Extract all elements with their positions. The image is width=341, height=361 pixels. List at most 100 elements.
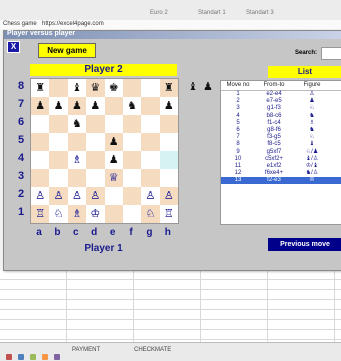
chess-piece-icon[interactable]: ♙	[54, 190, 64, 202]
chess-piece-icon[interactable]: ♟	[109, 136, 119, 148]
chess-piece-icon[interactable]: ♜	[35, 82, 45, 94]
chess-piece-icon[interactable]: ♟	[54, 100, 64, 112]
board-square[interactable]: ♖	[159, 205, 178, 223]
board-square[interactable]	[86, 133, 105, 151]
board-square[interactable]	[49, 115, 68, 133]
board-square[interactable]	[122, 205, 142, 223]
taskbar-icon[interactable]	[18, 354, 24, 360]
board-square[interactable]	[141, 133, 160, 151]
board-square[interactable]: ♝	[67, 79, 87, 97]
board-square[interactable]: ♙	[49, 187, 68, 205]
board-square[interactable]	[104, 205, 123, 223]
board-square[interactable]	[67, 133, 87, 151]
chess-piece-icon[interactable]: ♙	[90, 190, 100, 202]
chess-piece-icon[interactable]: ♙	[35, 190, 45, 202]
chess-piece-icon[interactable]: ♙	[72, 190, 82, 202]
board-square[interactable]	[122, 187, 142, 205]
board-square[interactable]	[122, 115, 142, 133]
board-square[interactable]	[159, 151, 178, 169]
chess-piece-icon[interactable]: ♛	[90, 82, 100, 94]
board-square[interactable]: ♟	[104, 133, 123, 151]
chess-piece-icon[interactable]: ♖	[35, 208, 45, 220]
board-square[interactable]: ♙	[67, 187, 87, 205]
taskbar-icon[interactable]	[6, 354, 12, 360]
board-square[interactable]: ♗	[67, 205, 87, 223]
board-square[interactable]: ♘	[141, 205, 160, 223]
chess-piece-icon[interactable]: ♟	[72, 100, 82, 112]
sheet-tab[interactable]: PAYMENT	[72, 347, 100, 353]
board-square[interactable]: ♟	[86, 97, 105, 115]
move-row[interactable]: 7 f3-g5 ♘	[221, 134, 341, 141]
board-square[interactable]	[122, 169, 142, 187]
chess-piece-icon[interactable]: ♟	[109, 154, 119, 166]
chess-piece-icon[interactable]: ♙	[164, 190, 174, 202]
board-square[interactable]: ♙	[159, 187, 178, 205]
board-square[interactable]	[104, 115, 123, 133]
board-square[interactable]: ♟	[104, 151, 123, 169]
move-row[interactable]: 10 c5xf2+ ♝/♙	[221, 156, 341, 163]
board-square[interactable]: ♕	[104, 169, 123, 187]
sheet-tab[interactable]: CHECKMATE	[134, 347, 171, 353]
board-square[interactable]: ♜	[31, 79, 50, 97]
move-row[interactable]: 8 f8-c5 ♝	[221, 141, 341, 148]
chess-piece-icon[interactable]: ♙	[146, 190, 156, 202]
taskbar-icon[interactable]	[54, 354, 60, 360]
board-square[interactable]: ♖	[31, 205, 50, 223]
list-button[interactable]: List	[268, 66, 341, 78]
move-row[interactable]: 12 f6xe4+ ♞/♙	[221, 170, 341, 177]
chess-piece-icon[interactable]: ♟	[164, 100, 174, 112]
board-square[interactable]	[86, 151, 105, 169]
move-row[interactable]: 4 b8-c6 ♞	[221, 113, 341, 120]
chess-piece-icon[interactable]: ♟	[35, 100, 45, 112]
board-square[interactable]	[122, 151, 142, 169]
chess-piece-icon[interactable]: ♗	[72, 208, 82, 220]
board-square[interactable]	[31, 133, 50, 151]
board-square[interactable]	[159, 115, 178, 133]
board-square[interactable]	[49, 151, 68, 169]
search-input[interactable]	[321, 47, 341, 60]
chess-piece-icon[interactable]: ♟	[90, 100, 100, 112]
board-square[interactable]: ♗	[67, 151, 87, 169]
board-square[interactable]: ♟	[49, 97, 68, 115]
chess-piece-icon[interactable]: ♝	[72, 82, 82, 94]
board-square[interactable]: ♔	[86, 205, 105, 223]
move-row[interactable]: 3 g1-f3 ♘	[221, 105, 341, 112]
chess-piece-icon[interactable]: ♖	[164, 208, 174, 220]
chess-piece-icon[interactable]: ♘	[146, 208, 156, 220]
board-square[interactable]: ♛	[86, 79, 105, 97]
board-square[interactable]	[104, 187, 123, 205]
chess-piece-icon[interactable]: ♔	[90, 208, 100, 220]
board-square[interactable]: ♙	[141, 187, 160, 205]
board-square[interactable]	[67, 169, 87, 187]
board-square[interactable]	[49, 79, 68, 97]
chess-piece-icon[interactable]: ♜	[164, 82, 174, 94]
taskbar-icon[interactable]	[42, 354, 48, 360]
board-square[interactable]	[141, 79, 160, 97]
board-square[interactable]	[122, 133, 142, 151]
chess-piece-icon[interactable]: ♗	[72, 154, 82, 166]
chess-board[interactable]: ♜ ♝ ♛ ♚ ♜ ♟ ♟ ♟ ♟ ♞ ♟ ♞ ♟ ♗ ♟ ♕ ♙ ♙ ♙ ♙ ♙ ♙ ♖ ♘ ♗ ♔ ♘ ♖	[30, 78, 179, 224]
board-square[interactable]: ♙	[86, 187, 105, 205]
move-row[interactable]: 13 f2-e3 ♔	[221, 177, 341, 185]
board-square[interactable]: ♟	[159, 97, 178, 115]
move-row[interactable]: 9 g5xf7 ♘/♟	[221, 149, 341, 156]
move-row[interactable]: 5 f1-c4 ♗	[221, 120, 341, 127]
board-square[interactable]: ♘	[49, 205, 68, 223]
chess-piece-icon[interactable]: ♚	[109, 82, 119, 94]
board-square[interactable]	[141, 151, 160, 169]
board-square[interactable]	[31, 151, 50, 169]
board-square[interactable]	[31, 169, 50, 187]
taskbar-icon[interactable]	[30, 354, 36, 360]
board-square[interactable]	[86, 169, 105, 187]
board-square[interactable]	[31, 115, 50, 133]
board-square[interactable]: ♟	[67, 97, 87, 115]
board-square[interactable]	[122, 79, 142, 97]
previous-move-button[interactable]: Previous move	[268, 238, 341, 251]
board-square[interactable]	[49, 169, 68, 187]
move-row[interactable]: 6 g8-f6 ♞	[221, 127, 341, 134]
board-square[interactable]: ♞	[67, 115, 87, 133]
board-square[interactable]	[141, 97, 160, 115]
board-square[interactable]: ♟	[31, 97, 50, 115]
name-box[interactable]: Chess game	[3, 21, 37, 27]
move-row[interactable]: 11 e1xf2 ♔/♝	[221, 163, 341, 170]
